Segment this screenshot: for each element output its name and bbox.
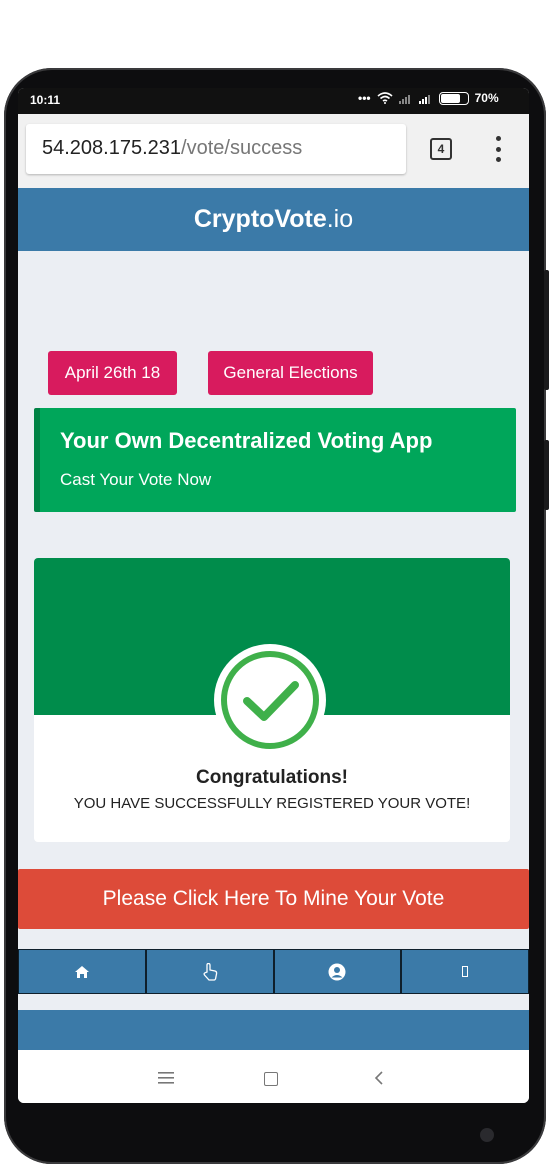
status-icons: ••• 70% (358, 91, 499, 105)
back-icon[interactable] (374, 1071, 384, 1085)
tab-count: 4 (437, 142, 445, 156)
page-footer (18, 1010, 529, 1050)
power-button (544, 440, 549, 510)
home-icon (74, 965, 89, 978)
battery-percent: 70% (474, 91, 499, 105)
date-badge: April 26th 18 (48, 351, 177, 395)
more-dots-icon: ••• (358, 91, 371, 105)
nav-extra-button[interactable] (401, 949, 529, 994)
app-header: CryptoVote.io (18, 188, 529, 251)
pointer-hand-icon (203, 962, 217, 981)
volume-button (544, 270, 549, 390)
intro-banner: Your Own Decentralized Voting App Cast Y… (34, 408, 516, 512)
address-bar[interactable]: 54.208.175.231/vote/success (26, 124, 406, 174)
url-text: 54.208.175.231/vote/success (42, 137, 302, 160)
bottom-navbar (18, 949, 529, 994)
brand-suffix: .io (326, 205, 354, 233)
check-circle-icon (221, 651, 319, 749)
front-sensor (480, 1128, 494, 1142)
tabs-button[interactable]: 4 (430, 138, 452, 160)
system-navigation-bar (18, 1050, 529, 1103)
status-bar: 10:11 ••• 70% (18, 88, 529, 114)
mine-vote-label: Please Click Here To Mine Your Vote (102, 887, 445, 910)
battery-icon (438, 91, 469, 105)
unknown-glyph-icon (462, 966, 469, 977)
wifi-icon (377, 92, 393, 104)
mine-vote-button[interactable]: Please Click Here To Mine Your Vote (18, 869, 529, 929)
overflow-menu-icon[interactable] (492, 136, 504, 162)
election-badge: General Elections (208, 351, 373, 395)
success-message: YOU HAVE SUCCESSFULLY REGISTERED YOUR VO… (73, 795, 471, 812)
home-square-icon[interactable] (264, 1072, 278, 1086)
banner-subtitle: Cast Your Vote Now (60, 470, 212, 489)
url-host: 54.208.175.231 (42, 137, 182, 159)
phone-screen: 10:11 ••• 70% 54.208.175.231/vote/succes… (18, 88, 529, 1103)
checkmark-icon (243, 681, 299, 721)
signal-icon (398, 95, 410, 104)
brand-main: CryptoVote (193, 205, 327, 233)
menu-icon[interactable] (158, 1072, 174, 1084)
success-heading: Congratulations! (196, 767, 348, 788)
election-badge-label: General Elections (223, 363, 358, 382)
date-badge-label: April 26th 18 (64, 363, 161, 382)
banner-title: Your Own Decentralized Voting App (60, 428, 433, 453)
nav-vote-button[interactable] (145, 949, 274, 994)
url-path: /vote/success (181, 137, 303, 159)
status-time: 10:11 (30, 93, 61, 107)
app-brand[interactable]: CryptoVote.io (18, 188, 529, 234)
success-card: Congratulations! YOU HAVE SUCCESSFULLY R… (34, 558, 510, 842)
nav-home-button[interactable] (18, 949, 146, 994)
browser-toolbar: 54.208.175.231/vote/success 4 (18, 114, 529, 188)
signal-icon-2 (418, 95, 430, 104)
nav-profile-button[interactable] (273, 949, 402, 994)
user-circle-icon (328, 963, 346, 980)
